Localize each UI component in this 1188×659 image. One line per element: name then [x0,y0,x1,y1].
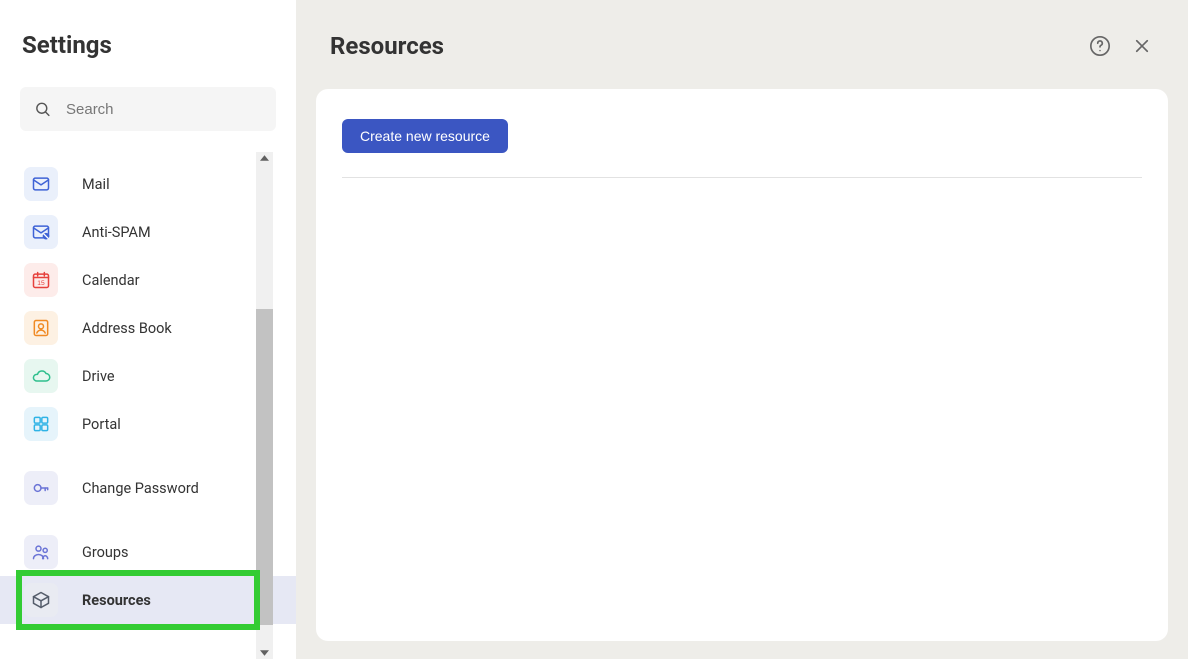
cube-icon [24,583,58,617]
sidebar-item-label: Address Book [82,320,172,337]
nav-gap [0,512,296,528]
resources-panel: Create new resource [316,89,1168,641]
sidebar-item-label: Groups [82,544,129,561]
people-icon [24,535,58,569]
sidebar-item-addressbook[interactable]: Address Book [0,304,296,352]
search-icon [34,101,51,118]
sidebar-item-label: Anti-SPAM [82,224,151,241]
sidebar-item-resources[interactable]: Resources [0,576,296,624]
sidebar-item-label: Change Password [82,480,199,497]
sidebar-item-changepw[interactable]: Change Password [0,464,296,512]
close-icon [1133,37,1151,55]
create-resource-button[interactable]: Create new resource [342,119,508,153]
sidebar-item-groups[interactable]: Groups [0,528,296,576]
scroll-down-icon[interactable] [256,647,273,659]
page-title: Resources [330,32,1074,60]
key-icon [24,471,58,505]
antispam-icon [24,215,58,249]
settings-sidebar: Settings Mail Anti-SPAM 15 Calendar Address … [0,0,296,659]
sidebar-scroll-area: Mail Anti-SPAM 15 Calendar Address Book Drive… [0,152,296,659]
sidebar-item-portal[interactable]: Portal [0,400,296,448]
settings-search-input[interactable] [20,87,276,131]
sidebar-item-label: Calendar [82,272,140,289]
cloud-icon [24,359,58,393]
sidebar-item-label: Resources [82,592,151,609]
help-button[interactable] [1084,30,1116,62]
contacts-icon [24,311,58,345]
help-icon [1089,35,1111,57]
sidebar-item-drive[interactable]: Drive [0,352,296,400]
panel-divider [342,177,1142,178]
sidebar-title: Settings [0,0,296,59]
main-panel: Resources Create new resource [296,0,1188,659]
sidebar-item-calendar[interactable]: 15 Calendar [0,256,296,304]
sidebar-item-mail[interactable]: Mail [0,160,296,208]
svg-text:15: 15 [37,280,45,287]
grid-icon [24,407,58,441]
sidebar-item-label: Mail [82,176,110,193]
close-button[interactable] [1126,30,1158,62]
sidebar-item-antispam[interactable]: Anti-SPAM [0,208,296,256]
mail-icon [24,167,58,201]
nav-gap [0,448,296,464]
sidebar-item-label: Portal [82,416,121,433]
sidebar-item-label: Drive [82,368,115,385]
calendar-icon: 15 [24,263,58,297]
